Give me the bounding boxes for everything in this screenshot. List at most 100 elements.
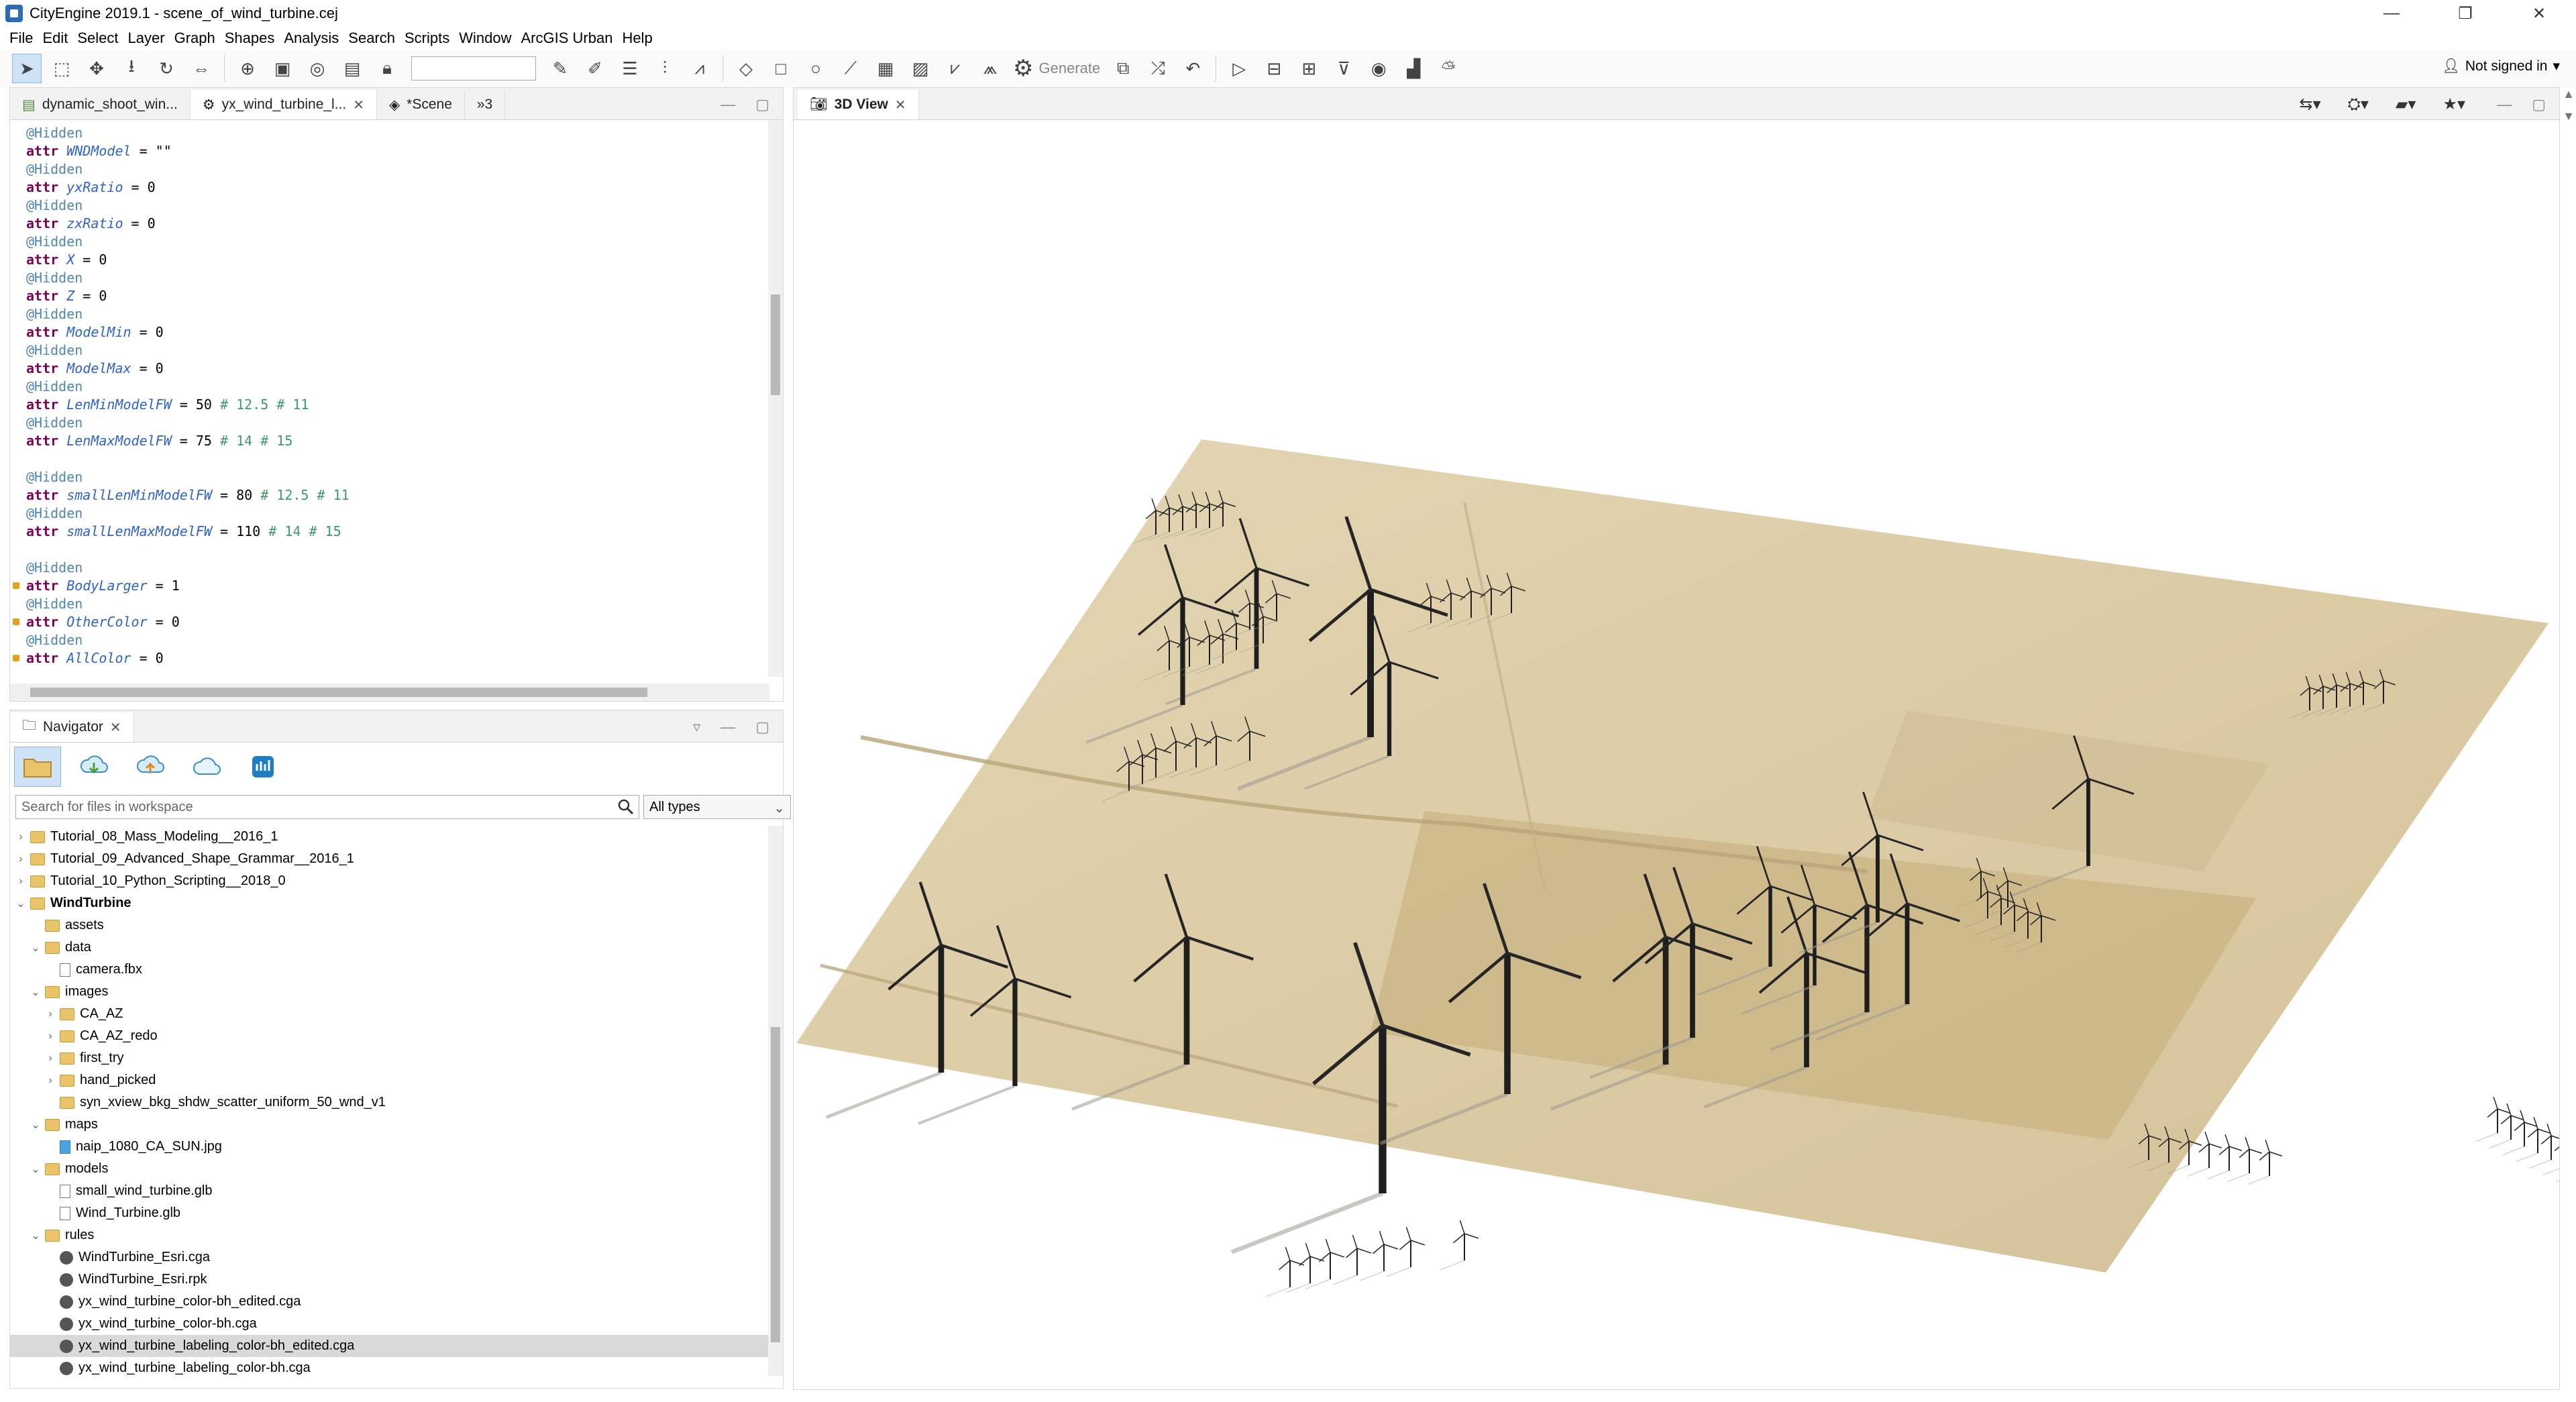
- urban-connector-icon[interactable]: [239, 747, 286, 787]
- tree-item[interactable]: assets: [10, 914, 768, 936]
- close-icon[interactable]: ✕: [895, 97, 906, 113]
- menu-analysis[interactable]: Analysis: [280, 30, 344, 47]
- type-filter-select[interactable]: All types ⌄: [643, 795, 791, 819]
- ruler-tool-icon[interactable]: ⊟: [1259, 54, 1289, 83]
- maximize-icon[interactable]: ▢: [755, 96, 769, 113]
- tree-item[interactable]: › Tutorial_10_Python_Scripting__2018_0: [10, 870, 768, 892]
- tree-item[interactable]: small_wind_turbine.glb: [10, 1180, 768, 1202]
- move-tool-icon[interactable]: ✥: [82, 54, 111, 83]
- grid-tool-icon[interactable]: ▦: [871, 54, 900, 83]
- minimize-icon[interactable]: —: [2497, 96, 2512, 113]
- tab-overflow[interactable]: »3: [465, 90, 506, 119]
- tab-scene[interactable]: ◈ *Scene: [377, 90, 465, 119]
- menu-edit[interactable]: Edit: [38, 30, 73, 47]
- tree-item[interactable]: ⌄ data: [10, 936, 768, 959]
- camera-options-icon[interactable]: ⇆▾: [2300, 95, 2321, 114]
- inspect-tool-icon[interactable]: ⧉: [1108, 54, 1138, 83]
- tree-item[interactable]: ⌄ images: [10, 981, 768, 1003]
- wind-turbine[interactable]: [2556, 1136, 2576, 1183]
- menu-shapes[interactable]: Shapes: [221, 30, 280, 47]
- filter-tool-icon[interactable]: ⊽: [1329, 54, 1358, 83]
- pointer-tool-icon[interactable]: ▷: [1224, 54, 1254, 83]
- layer-tool-icon[interactable]: ▨: [906, 54, 935, 83]
- bookmark-star-icon[interactable]: ★▾: [2443, 95, 2465, 114]
- warning-marker-icon[interactable]: [13, 655, 19, 661]
- weather-tool-icon[interactable]: ⛅︎: [1434, 54, 1463, 83]
- wind-turbine[interactable]: [1285, 1242, 1325, 1293]
- down-arrow-tool-icon[interactable]: ⭳: [117, 54, 146, 83]
- street-draw-icon[interactable]: ✐: [580, 54, 610, 83]
- code-editor[interactable]: @Hidden attr WNDModel = "" @Hidden attr yxR…: [10, 120, 771, 670]
- rectangle-select-icon[interactable]: ⬚: [47, 54, 76, 83]
- shape-tool-icon[interactable]: ◇: [731, 54, 761, 83]
- minimize-icon[interactable]: —: [720, 96, 735, 113]
- wind-turbine[interactable]: [1332, 1234, 1372, 1285]
- select-tool-icon[interactable]: ➤: [12, 54, 42, 83]
- close-window-button[interactable]: ✕: [2502, 0, 2576, 27]
- menu-graph[interactable]: Graph: [170, 30, 221, 47]
- tree-item[interactable]: camera.fbx: [10, 959, 768, 981]
- camera-tool-icon[interactable]: ◉: [1364, 54, 1393, 83]
- tree-item[interactable]: › Tutorial_08_Mass_Modeling__2016_1: [10, 826, 768, 848]
- minimize-button[interactable]: —: [2355, 0, 2428, 27]
- chevron-right-icon[interactable]: ›: [15, 831, 26, 843]
- chevron-right-icon[interactable]: ›: [45, 1075, 56, 1087]
- tree-item[interactable]: yx_wind_turbine_color-bh.cga: [10, 1313, 768, 1335]
- wind-turbine[interactable]: [2207, 1134, 2243, 1180]
- chevron-down-icon[interactable]: ⌄: [30, 1163, 41, 1176]
- menu-layer[interactable]: Layer: [124, 30, 170, 47]
- cloud-download-icon[interactable]: [70, 747, 117, 787]
- view-menu-icon[interactable]: ▿: [693, 718, 700, 736]
- polygon-draw-icon[interactable]: ✎: [545, 54, 575, 83]
- tab-navigator[interactable]: 🗀︎ Navigator ✕: [10, 712, 134, 742]
- tree-item[interactable]: › first_try: [10, 1047, 768, 1069]
- workspace-search-input[interactable]: Search for files in workspace: [15, 795, 639, 819]
- maximize-icon[interactable]: ▢: [755, 718, 769, 736]
- tree-item[interactable]: WindTurbine_Esri.rpk: [10, 1269, 768, 1291]
- trim-down-icon[interactable]: ▼: [2563, 109, 2575, 123]
- wind-turbine[interactable]: [2516, 1116, 2551, 1163]
- wind-turbine[interactable]: [2529, 1123, 2565, 1169]
- menu-select[interactable]: Select: [73, 30, 123, 47]
- terrain-tool-icon[interactable]: ⩘: [685, 54, 714, 83]
- navigate-tool-icon[interactable]: ⊕: [233, 54, 262, 83]
- tree-item[interactable]: ⌄ maps: [10, 1114, 768, 1136]
- maximize-icon[interactable]: ▢: [2532, 96, 2546, 113]
- tree-item[interactable]: Wind_Turbine.glb: [10, 1202, 768, 1224]
- chevron-right-icon[interactable]: ›: [15, 875, 26, 887]
- menu-file[interactable]: File: [5, 30, 38, 47]
- wind-turbine[interactable]: [2475, 1096, 2511, 1142]
- view-settings-icon[interactable]: ⛭▾: [2348, 95, 2369, 114]
- undo-tool-icon[interactable]: ↶: [1178, 54, 1208, 83]
- menu-arcgis-urban[interactable]: ArcGIS Urban: [517, 30, 619, 47]
- menu-help[interactable]: Help: [618, 30, 657, 47]
- wind-turbine[interactable]: [2489, 1103, 2524, 1149]
- tree-item[interactable]: naip_1080_CA_SUN.jpg: [10, 1136, 768, 1158]
- chevron-down-icon[interactable]: ⌄: [30, 941, 41, 955]
- cleanup-tool-icon[interactable]: ⩕: [975, 54, 1005, 83]
- chevron-right-icon[interactable]: ›: [45, 1030, 56, 1042]
- scroll-thumb[interactable]: [771, 294, 780, 395]
- tree-item[interactable]: › CA_AZ: [10, 1003, 768, 1025]
- chevron-right-icon[interactable]: ›: [45, 1053, 56, 1065]
- wind-turbine[interactable]: [2247, 1139, 2283, 1185]
- tree-item[interactable]: › Tutorial_09_Advanced_Shape_Grammar__201…: [10, 848, 768, 870]
- scale-tool-icon[interactable]: ⇔: [186, 54, 216, 83]
- close-icon[interactable]: ✕: [110, 719, 121, 736]
- align-tool-icon[interactable]: ⩗: [941, 54, 970, 83]
- chevron-right-icon[interactable]: ›: [15, 853, 26, 865]
- circle-tool-icon[interactable]: ○: [801, 54, 830, 83]
- tab-yx-wind-turbine[interactable]: ⚙ yx_wind_turbine_l... ✕: [190, 90, 377, 119]
- warning-marker-icon[interactable]: [13, 582, 19, 589]
- menu-search[interactable]: Search: [344, 30, 400, 47]
- tab-dynamic-shoot[interactable]: ▤ dynamic_shoot_win...: [10, 90, 191, 119]
- generate-button[interactable]: ⚙ Generate: [1013, 55, 1100, 82]
- frame-tool-icon[interactable]: ▣: [268, 54, 297, 83]
- scroll-thumb[interactable]: [30, 688, 647, 697]
- navigator-scrollbar[interactable]: [768, 826, 783, 1376]
- tree-item[interactable]: › hand_picked: [10, 1069, 768, 1091]
- toolbar-search-input[interactable]: [411, 56, 536, 80]
- chevron-down-icon[interactable]: ⌄: [30, 1229, 41, 1242]
- wind-turbine[interactable]: [1440, 1220, 1479, 1271]
- account-menu[interactable]: 👤︎ Not signed in ▾: [2442, 58, 2560, 74]
